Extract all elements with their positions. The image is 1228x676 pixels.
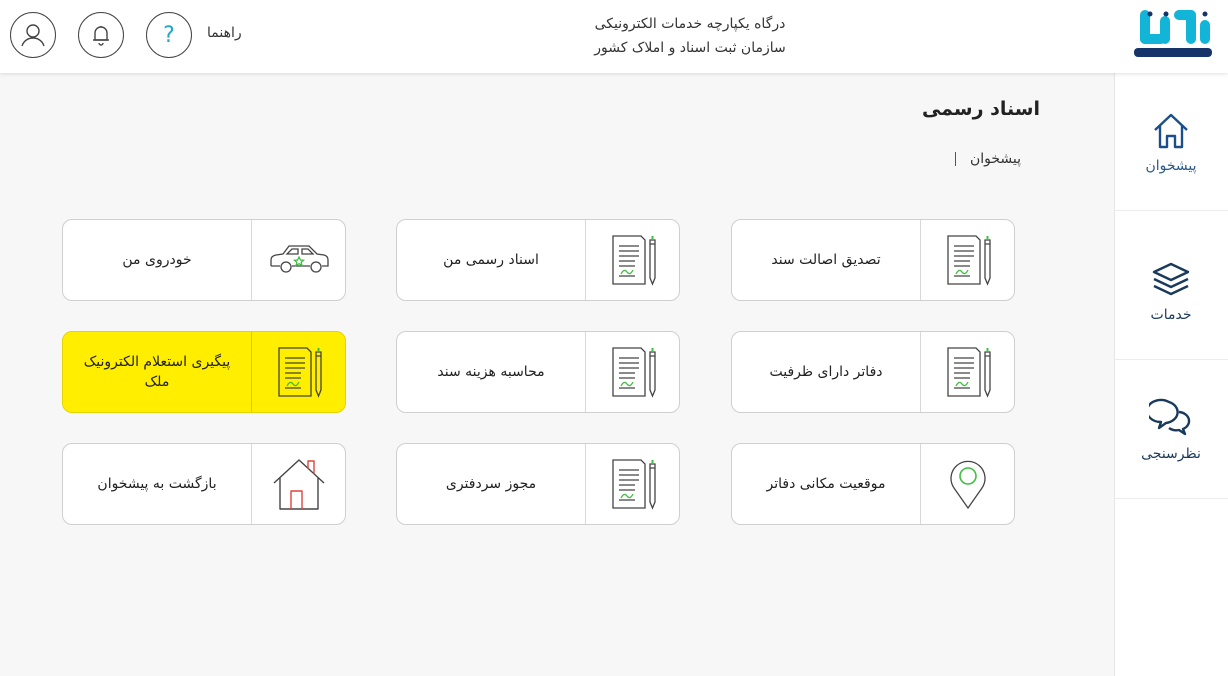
card-property-inquiry-tracking[interactable]: پیگیری استعلام الکترونیک ملک <box>62 331 346 413</box>
card-notary-license[interactable]: مجوز سردفتری <box>396 443 680 525</box>
help-button[interactable]: ? <box>146 12 192 58</box>
card-document-cost-calculation[interactable]: محاسبه هزینه سند <box>396 331 680 413</box>
card-back-to-dashboard[interactable]: بازگشت به پیشخوان <box>62 443 346 525</box>
breadcrumb-item-dashboard[interactable]: پیشخوان <box>970 151 1021 167</box>
card-document-authenticity[interactable]: تصدیق اصالت سند <box>731 219 1015 301</box>
card-icon-box <box>920 332 1014 412</box>
bell-icon <box>93 26 109 46</box>
car-icon <box>269 245 329 273</box>
house-icon <box>273 459 324 510</box>
document-pen-icon <box>946 235 991 286</box>
card-my-official-documents[interactable]: اسناد رسمی من <box>396 219 680 301</box>
user-icon <box>21 24 45 47</box>
help-label[interactable]: راهنما <box>207 25 242 41</box>
location-pin-icon <box>949 460 986 510</box>
card-offices-with-capacity[interactable]: دفاتر دارای ظرفیت <box>731 331 1015 413</box>
breadcrumb-separator <box>954 152 956 166</box>
user-profile-button[interactable] <box>10 12 56 58</box>
sidebar-item-dashboard[interactable]: پیشخوان <box>1114 73 1228 211</box>
card-label: محاسبه هزینه سند <box>437 364 545 380</box>
card-label: اسناد رسمی من <box>443 252 539 268</box>
breadcrumb: پیشخوان <box>954 151 1021 167</box>
chat-icon <box>1149 398 1191 435</box>
card-icon-box <box>920 444 1014 524</box>
document-pen-icon <box>611 347 656 398</box>
home-icon <box>1154 113 1188 148</box>
sidebar-item-label: نظرسنجی <box>1141 445 1201 462</box>
card-label: مجوز سردفتری <box>445 476 537 492</box>
document-pen-icon <box>611 459 656 510</box>
sidebar-item-survey[interactable]: نظرسنجی <box>1114 361 1228 499</box>
sidebar-item-label: پیشخوان <box>1145 157 1197 174</box>
card-icon-box <box>251 220 345 300</box>
card-icon-box <box>251 444 345 524</box>
document-pen-icon <box>946 347 991 398</box>
top-header: درگاه یکپارچه خدمات الکترونیکی سازمان ثب… <box>0 0 1228 73</box>
card-label: موقعیت مکانی دفاتر <box>766 476 886 492</box>
card-icon-box <box>585 332 679 412</box>
document-pen-icon <box>611 235 656 286</box>
page-title: اسناد رسمی <box>921 98 1040 120</box>
card-icon-box <box>585 220 679 300</box>
svg-text:?: ? <box>163 23 175 48</box>
sidebar: پیشخوان خدمات نظرسنجی <box>1114 73 1228 676</box>
card-icon-box <box>920 220 1014 300</box>
document-pen-icon <box>277 347 322 398</box>
card-label: خودروی من <box>122 252 192 268</box>
card-icon-box <box>251 332 345 412</box>
card-label: پیگیری استعلام الکترونیک ملک <box>83 354 231 390</box>
card-label: دفاتر دارای ظرفیت <box>769 364 883 380</box>
sidebar-item-services[interactable]: خدمات <box>1114 222 1228 360</box>
card-label: بازگشت به پیشخوان <box>97 476 217 492</box>
card-icon-box <box>585 444 679 524</box>
sidebar-item-label: خدمات <box>1150 306 1192 323</box>
layers-icon <box>1152 262 1190 295</box>
card-label: تصدیق اصالت سند <box>771 252 881 268</box>
card-office-locations[interactable]: موقعیت مکانی دفاتر <box>731 443 1015 525</box>
help-icon: ? <box>163 23 175 48</box>
card-my-vehicle[interactable]: خودروی من <box>62 219 346 301</box>
notifications-button[interactable] <box>78 12 124 58</box>
